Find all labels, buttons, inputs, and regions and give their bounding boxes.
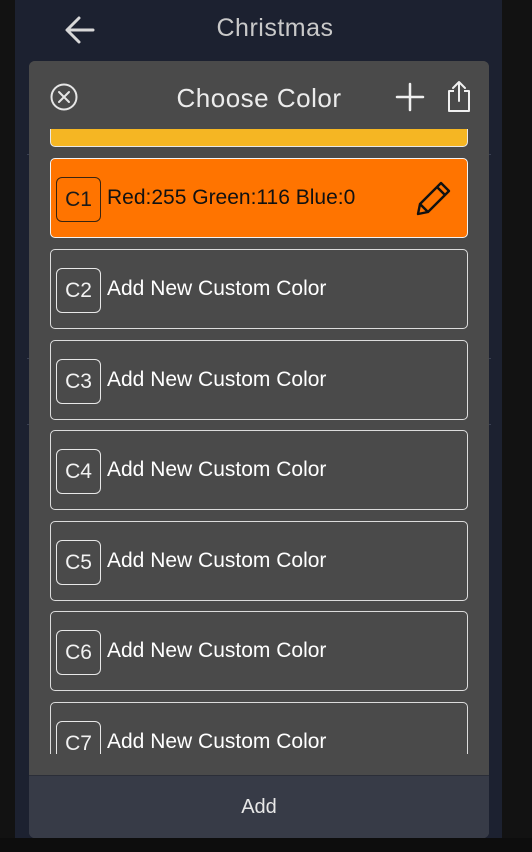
color-item-c2[interactable]: C2 Add New Custom Color	[50, 249, 468, 329]
color-item-label: Add New Custom Color	[107, 277, 327, 300]
slot-badge: C7	[56, 721, 101, 754]
plus-icon[interactable]	[395, 82, 425, 112]
color-item-label: Red:255 Green:116 Blue:0	[107, 186, 356, 209]
color-item-c5[interactable]: C5 Add New Custom Color	[50, 521, 468, 601]
slot-badge: C4	[56, 449, 101, 494]
add-button-label: Add	[241, 795, 277, 818]
previous-color-item[interactable]	[50, 129, 468, 147]
slot-badge: C2	[56, 268, 101, 313]
color-item-label: Add New Custom Color	[107, 639, 327, 662]
color-item-c1[interactable]: C1 Red:255 Green:116 Blue:0	[50, 158, 468, 238]
screen-title: Christmas	[216, 14, 334, 42]
color-item-c3[interactable]: C3 Add New Custom Color	[50, 340, 468, 420]
dialog-header: Choose Color	[29, 61, 489, 129]
add-button[interactable]: Add	[29, 775, 489, 838]
choose-color-dialog: Choose Color C1 Red:255 Green:116 Blue:0…	[29, 61, 489, 838]
color-item-label: Add New Custom Color	[107, 458, 327, 481]
color-item-c4[interactable]: C4 Add New Custom Color	[50, 430, 468, 510]
slot-badge: C1	[56, 177, 101, 222]
color-list[interactable]: C1 Red:255 Green:116 Blue:0 C2 Add New C…	[29, 129, 489, 754]
color-item-c7[interactable]: C7 Add New Custom Color	[50, 702, 468, 754]
color-item-label: Add New Custom Color	[107, 549, 327, 572]
bottom-strip	[0, 838, 532, 852]
color-item-label: Add New Custom Color	[107, 730, 327, 753]
slot-badge: C6	[56, 630, 101, 675]
color-item-c6[interactable]: C6 Add New Custom Color	[50, 611, 468, 691]
share-icon[interactable]	[445, 79, 473, 113]
slot-badge: C5	[56, 540, 101, 585]
color-item-label: Add New Custom Color	[107, 368, 327, 391]
screen-header: Christmas	[15, 0, 502, 60]
pencil-icon[interactable]	[415, 179, 453, 217]
slot-badge: C3	[56, 359, 101, 404]
